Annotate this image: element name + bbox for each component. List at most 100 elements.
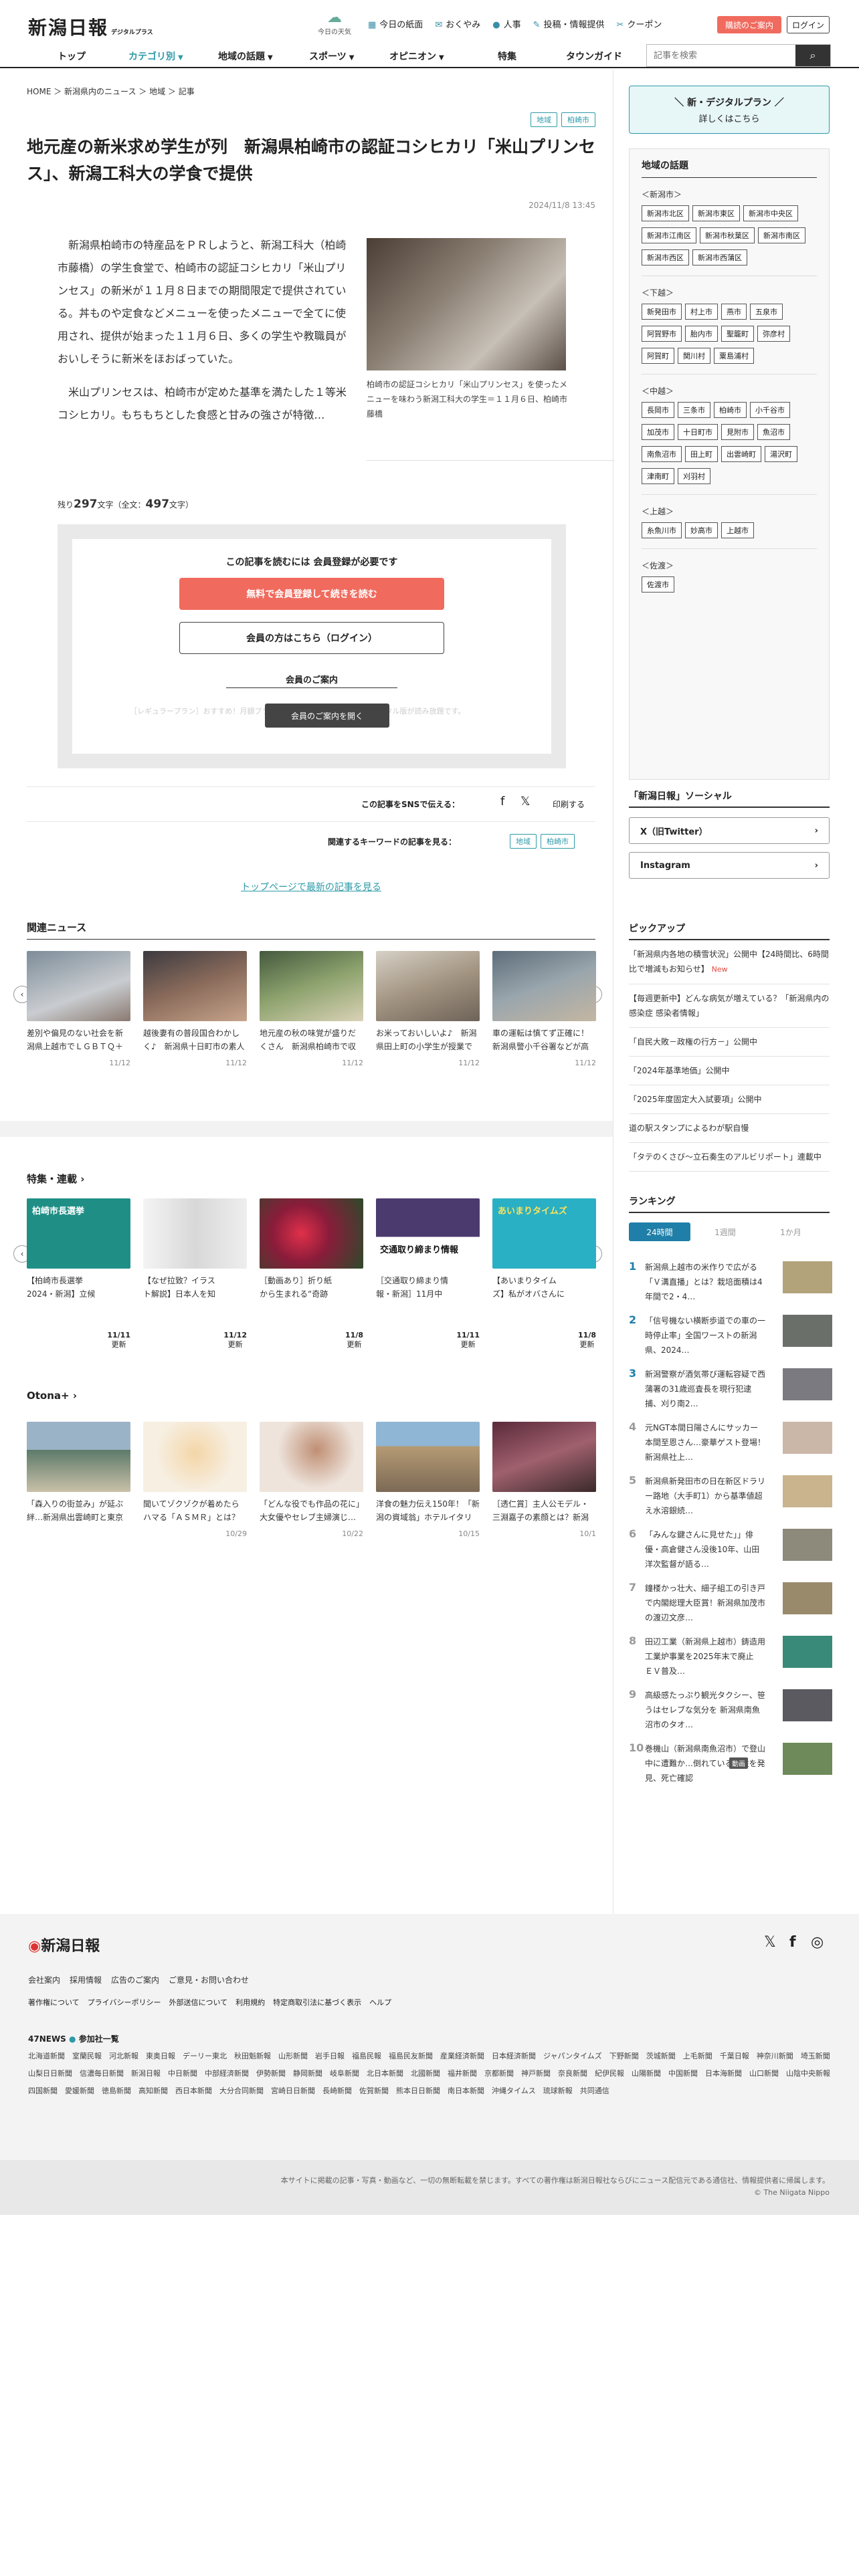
footer-link[interactable]: 会社案内 (28, 1974, 60, 1985)
region-chip[interactable]: 新潟市江南区 (642, 227, 696, 243)
pickup-item[interactable]: 「2024年基準地価」公開中 (629, 1057, 830, 1085)
related-card[interactable]: お米っておいしいよ♪ 新潟県田上町の小学生が授業で育てたコメ… 11/12 (376, 951, 480, 1067)
x-icon[interactable]: 𝕏 (764, 1934, 776, 1951)
related-card[interactable]: 差別や偏見のない社会を新潟県上越市でＬＧＢＴＱ＋当事者らが… 11/12 (27, 951, 130, 1067)
subscribe-button[interactable]: 購読のご案内 (717, 16, 781, 33)
related-card[interactable]: 車の運転は慎てず正確に！ 新潟県警小千谷署などが高齢者向けを… 11/12 (492, 951, 596, 1067)
breadcrumb-home[interactable]: HOME (27, 87, 51, 96)
login-button[interactable]: ログイン (787, 16, 830, 33)
search-button[interactable]: ⌕ (795, 45, 830, 66)
tag-region[interactable]: 地域 (531, 112, 557, 127)
keyword-tag[interactable]: 地域 (510, 834, 537, 849)
breadcrumb-region[interactable]: 地域 (149, 87, 165, 96)
top-link-post[interactable]: ✎ 投稿・情報提供 (533, 17, 605, 30)
region-chip[interactable]: 聖籠町 (721, 326, 754, 342)
news47-heading[interactable]: 47NEWS ● 参加社一覧 (28, 2033, 119, 2044)
top-link-jinji[interactable]: ● 人事 (492, 17, 520, 30)
otona-card[interactable]: 「どんな役でも作品の花に」大女優やセレブ主婦演じ…俳優・大山… 10/22 (260, 1422, 363, 1538)
search-input[interactable] (647, 45, 794, 66)
pickup-item[interactable]: 「タテのくさび〜立石奏生のアルビリポート」連載中 (629, 1143, 830, 1172)
feature-card[interactable]: ［動画あり］折り紙から生まれる“奇跡のバラ”。その作り手は新… 11/8更新 (260, 1198, 363, 1349)
article-photo[interactable] (367, 238, 566, 370)
footer-logo[interactable]: ◉新潟日報 (28, 1934, 100, 1955)
region-chip[interactable]: 三条市 (678, 402, 710, 418)
nav-top[interactable]: トップ (58, 49, 86, 63)
region-chip[interactable]: 五泉市 (750, 304, 783, 320)
footer-link[interactable]: 著作権について (28, 1997, 80, 2008)
nav-townguide[interactable]: タウンガイド (566, 49, 622, 63)
top-link-newspaper[interactable]: ▦ 今日の紙面 (368, 17, 423, 30)
member-login-button[interactable]: 会員の方はこちら（ログイン） (179, 622, 444, 654)
feature-card[interactable]: 柏崎市長選挙【柏崎市長選挙2024・新潟】立候補者はどんな人？訴えや人柄… 11/… (27, 1198, 130, 1349)
otona-heading[interactable]: Otona+ › (27, 1390, 77, 1402)
nav-category[interactable]: カテゴリ別 ▼ (128, 49, 183, 63)
otona-card[interactable]: 「森入りの街並み」が延ぶ絆…新潟県出雲崎町と東京芸術大 町民… (27, 1422, 130, 1529)
keyword-tag[interactable]: 柏崎市 (541, 834, 575, 849)
region-chip[interactable]: 新潟市北区 (642, 205, 689, 221)
top-link-coupon[interactable]: ✂ クーポン (617, 17, 662, 30)
region-chip[interactable]: 燕市 (721, 304, 747, 320)
region-chip[interactable]: 新潟市中央区 (743, 205, 798, 221)
related-card[interactable]: 地元産の秋の味覚が盛りだくさん 新潟県柏崎市で収穫祭、お手頃… 11/12 (260, 951, 363, 1067)
feature-card[interactable]: 交通取り締まり情報 ［交通取り締まり情報・新潟］11月中旬（11日〜20日）の「…… (376, 1198, 480, 1349)
features-heading[interactable]: 特集・連載 › (27, 1172, 84, 1186)
region-chip[interactable]: 加茂市 (642, 424, 674, 440)
otona-card[interactable]: 聞いてゾクゾクが着めたらハマる「ＡＳＭＲ」とは？ サクサク… 10/29 (143, 1422, 247, 1538)
region-chip[interactable]: 刈羽村 (678, 468, 710, 484)
pickup-item[interactable]: 【毎週更新中】どんな病気が増えている？「新潟県内の感染症 感染者情報」 (629, 984, 830, 1028)
region-chip[interactable]: 新潟市秋葉区 (700, 227, 755, 243)
feature-card[interactable]: 【なぜ拉致？イラスト解説】日本人を知った目的は？北朝鮮はどん… 11/12更新 (143, 1198, 247, 1349)
otona-card[interactable]: 洋食の魅力伝え150年！「新潟の資域翁」ホテルイタリア軒 時… 10/15 (376, 1422, 480, 1538)
footer-link[interactable]: 広告のご案内 (111, 1974, 159, 1985)
region-chip[interactable]: 新発田市 (642, 304, 682, 320)
tag-kashiwazaki[interactable]: 柏崎市 (561, 112, 595, 127)
nav-sports[interactable]: スポーツ ▼ (309, 49, 354, 63)
instagram-icon[interactable]: ◎ (811, 1934, 824, 1951)
weather-widget[interactable]: ☁ 今日の天気 (314, 9, 355, 36)
region-chip[interactable]: 新潟市西区 (642, 249, 689, 265)
region-chip[interactable]: 関川村 (678, 348, 710, 364)
region-chip[interactable]: 湯沢町 (765, 446, 797, 462)
region-chip[interactable]: 柏崎市 (714, 402, 747, 418)
region-chip[interactable]: 見附市 (721, 424, 754, 440)
region-chip[interactable]: 南魚沼市 (642, 446, 682, 462)
pickup-item[interactable]: 「自民大敗－政権の行方－」公開中 (629, 1028, 830, 1057)
related-card[interactable]: 越後妻有の普段国合わかしく♪ 新潟県十日町市の素人劇団「かわ… 11/12 (143, 951, 247, 1067)
footer-link[interactable]: プライバシーポリシー (88, 1997, 161, 2008)
site-logo[interactable]: 新潟日報 デジタルプラス (28, 13, 153, 40)
tab-1week[interactable]: 1週間 (694, 1222, 756, 1241)
region-chip[interactable]: 胎内市 (685, 326, 718, 342)
region-chip[interactable]: 出雲崎町 (721, 446, 761, 462)
footer-link[interactable]: 採用情報 (70, 1974, 102, 1985)
region-chip[interactable]: 魚沼市 (757, 424, 790, 440)
instagram-button[interactable]: Instagram › (629, 852, 830, 879)
region-chip[interactable]: 新潟市東区 (692, 205, 740, 221)
region-chip[interactable]: 阿賀野市 (642, 326, 682, 342)
footer-link[interactable]: ご意見・お問い合わせ (169, 1974, 249, 1985)
region-chip[interactable]: 粟島浦村 (714, 348, 754, 364)
x-account-button[interactable]: X（旧Twitter） › (629, 817, 830, 844)
region-chip[interactable]: 上越市 (721, 522, 754, 538)
nav-opinion[interactable]: オピニオン ▼ (389, 49, 444, 63)
pickup-item[interactable]: 道の駅スタンプによるわが駅自慢 (629, 1114, 830, 1143)
region-chip[interactable]: 妙高市 (685, 522, 718, 538)
region-chip[interactable]: 津南町 (642, 468, 674, 484)
region-chip[interactable]: 阿賀町 (642, 348, 674, 364)
facebook-icon[interactable]: f (500, 794, 504, 809)
tab-1month[interactable]: 1か月 (760, 1222, 822, 1241)
region-chip[interactable]: 十日町市 (678, 424, 718, 440)
region-chip[interactable]: 村上市 (685, 304, 718, 320)
footer-link[interactable]: 特定商取引法に基づく表示 (273, 1997, 361, 2008)
pickup-item[interactable]: 「2025年度固定大入試要項」公開中 (629, 1085, 830, 1114)
print-button[interactable]: 印刷する (553, 798, 585, 810)
facebook-icon[interactable]: f (789, 1934, 796, 1951)
footer-link[interactable]: 外部送信について (169, 1997, 227, 2008)
region-chip[interactable]: 佐渡市 (642, 576, 674, 593)
pickup-item[interactable]: 「新潟県内各地の積雪状況」公開中【24時間比、6時間比で増減もお知らせ】 New (629, 940, 830, 984)
guide-open-button[interactable]: 会員のご案内を開く (265, 704, 389, 728)
region-chip[interactable]: 田上町 (685, 446, 718, 462)
region-chip[interactable]: 小千谷市 (750, 402, 790, 418)
region-chip[interactable]: 弥彦村 (757, 326, 790, 342)
feature-card[interactable]: あいまりタイムズ【あいまりタイムズ】私がオバさんになってもﾉ 激アツ「森高千… 1… (492, 1198, 596, 1349)
digital-plan-banner[interactable]: ＼ 新・デジタルプラン ／ 詳しくはこちら (629, 86, 830, 134)
